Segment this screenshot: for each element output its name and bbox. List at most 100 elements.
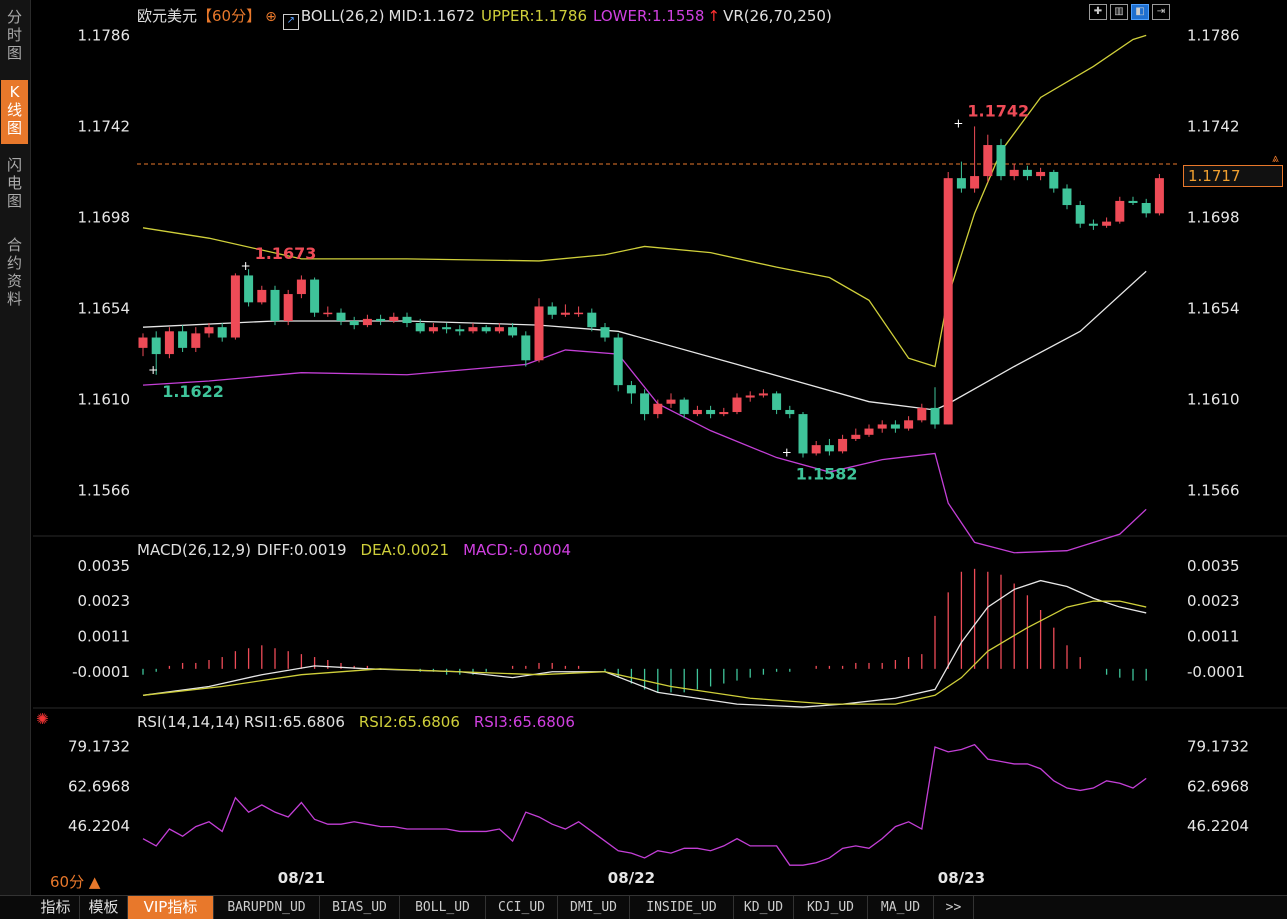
boll-label: BOLL(26,2) — [300, 7, 385, 25]
macd-axis-label-left: 0.0035 — [78, 557, 131, 575]
vr-label: VR(26,70,250) — [723, 7, 832, 25]
tab-bias-ud[interactable]: BIAS_UD — [320, 896, 400, 919]
candle-body — [758, 393, 768, 396]
candle-body — [376, 318, 386, 321]
candle-body — [283, 294, 293, 321]
candle-body — [230, 275, 240, 338]
indicator-tab-bar: 指标 模板 VIP指标 BARUPDN_UD BIAS_UD BOLL_UD CCI_UD D… — [0, 895, 1287, 919]
candle-body — [1009, 169, 1019, 177]
candle-body — [851, 434, 861, 439]
macd-value: MACD:-0.0004 — [463, 541, 572, 559]
candle-body — [983, 145, 993, 177]
candle-body — [164, 331, 174, 355]
tab-kdj-ud[interactable]: KDJ_UD — [794, 896, 868, 919]
tab-vip指标[interactable]: VIP指标 — [128, 896, 214, 919]
price-axis-label-left: 1.1610 — [78, 391, 131, 409]
candle-body — [719, 412, 729, 415]
candle-body — [336, 312, 346, 321]
draw-tool-icon[interactable]: ◧ — [1131, 4, 1149, 20]
candle-body — [574, 312, 584, 315]
candle-body — [217, 327, 227, 338]
boll-lower-line — [142, 349, 1147, 554]
rsi-label: RSI(14,14,14) — [137, 713, 240, 731]
arrow-up-icon[interactable]: ↑ — [707, 7, 720, 25]
candle-body — [1102, 221, 1112, 226]
extreme-marker: + — [953, 116, 963, 130]
candle-body — [560, 312, 570, 315]
candle-body — [745, 395, 755, 398]
candle-body — [640, 393, 650, 415]
tab-kd-ud[interactable]: KD_UD — [734, 896, 794, 919]
candle-body — [1036, 171, 1046, 177]
candle-body — [349, 320, 359, 326]
layout-icon[interactable]: ▥ — [1110, 4, 1128, 20]
extreme-marker: + — [782, 446, 792, 460]
candle-body — [600, 327, 610, 338]
candle-body — [494, 327, 504, 332]
candle-body — [442, 327, 452, 330]
tab-inside-ud[interactable]: INSIDE_UD — [630, 896, 734, 919]
chart-canvas[interactable]: +1.1673 +1.1622 +1.1742 +1.1582 1.1786 1.178… — [0, 0, 1287, 895]
rsi-indicator-bar: RSI(14,14,14) RSI1:65.6806 RSI2:65.6806 RSI… — [137, 713, 581, 733]
price-axis-label-left: 1.1654 — [78, 300, 131, 318]
rsi-axis-label-right: 62.6968 — [1187, 777, 1249, 795]
date-axis-label: 08/22 — [608, 869, 655, 887]
tab-boll-ud[interactable]: BOLL_UD — [400, 896, 486, 919]
tab-barupdn-ud[interactable]: BARUPDN_UD — [214, 896, 320, 919]
high-price-label: 1.1742 — [967, 101, 1029, 120]
boll-upper-value: UPPER:1.1786 — [480, 7, 588, 25]
candle-body — [877, 424, 887, 429]
macd-indicator-bar: MACD(26,12,9) DIFF:0.0019 DEA:0.0021 MACD:-… — [137, 541, 577, 561]
candle-body — [1141, 202, 1151, 214]
tab-ma-ud[interactable]: MA_UD — [868, 896, 934, 919]
price-axis-label-right: 1.1610 — [1187, 391, 1240, 409]
price-axis-label-right: 1.1654 — [1187, 300, 1240, 318]
candle-body — [138, 337, 148, 348]
tab--[interactable]: >> — [934, 896, 974, 919]
candle-body — [1115, 200, 1125, 222]
current-price-label: 1.1717 — [1183, 165, 1283, 187]
settings-sun-icon[interactable]: ✺ — [36, 710, 49, 728]
candle-body — [930, 407, 940, 425]
macd-axis-label-right: -0.0001 — [1187, 663, 1245, 681]
tab-dmi-ud[interactable]: DMI_UD — [558, 896, 630, 919]
candle-body — [257, 289, 267, 303]
candle-body — [1075, 205, 1085, 224]
candle-body — [613, 337, 623, 386]
candle-body — [534, 306, 544, 361]
date-axis-label: 08/23 — [938, 869, 985, 887]
candle-body — [904, 420, 914, 429]
candle-body — [296, 279, 306, 295]
candle-body — [917, 407, 927, 421]
symbol-name[interactable]: 欧元美元 — [137, 7, 197, 25]
period-tag[interactable]: 【60分】 — [197, 7, 261, 25]
candle-body — [587, 312, 597, 328]
candle-body — [270, 289, 280, 321]
tab-模板[interactable]: 模板 — [80, 896, 128, 919]
macd-label: MACD(26,12,9) — [137, 541, 251, 559]
candle-body — [772, 393, 782, 410]
candle-body — [428, 327, 438, 332]
macd-axis-label-left: 0.0023 — [78, 592, 131, 610]
high-price-label: 1.1673 — [255, 244, 317, 263]
candle-body — [244, 275, 254, 303]
candle-body — [1088, 223, 1098, 226]
candle-body — [1049, 171, 1059, 189]
add-compare-icon[interactable]: ⊕ — [265, 9, 277, 25]
candle-body — [864, 428, 874, 435]
candle-body — [692, 409, 702, 415]
candle-body — [191, 333, 201, 348]
macd-dea-value: DEA:0.0021 — [360, 541, 450, 559]
tab-指标[interactable]: 指标 — [32, 896, 80, 919]
price-axis-label-left: 1.1786 — [78, 26, 131, 44]
crosshair-icon[interactable]: ✚ — [1089, 4, 1107, 20]
price-axis-label-right: 1.1742 — [1187, 117, 1240, 135]
period-selector[interactable]: 60分 ▲ — [50, 871, 100, 892]
candle-body — [323, 312, 333, 315]
price-marker-icon: ⩓ — [1272, 151, 1279, 165]
candle-body — [547, 306, 557, 315]
candle-body — [1062, 188, 1072, 206]
boll-indicator-icon[interactable]: ↗ — [282, 14, 299, 30]
expand-icon[interactable]: ⇥ — [1152, 4, 1170, 20]
tab-cci-ud[interactable]: CCI_UD — [486, 896, 558, 919]
